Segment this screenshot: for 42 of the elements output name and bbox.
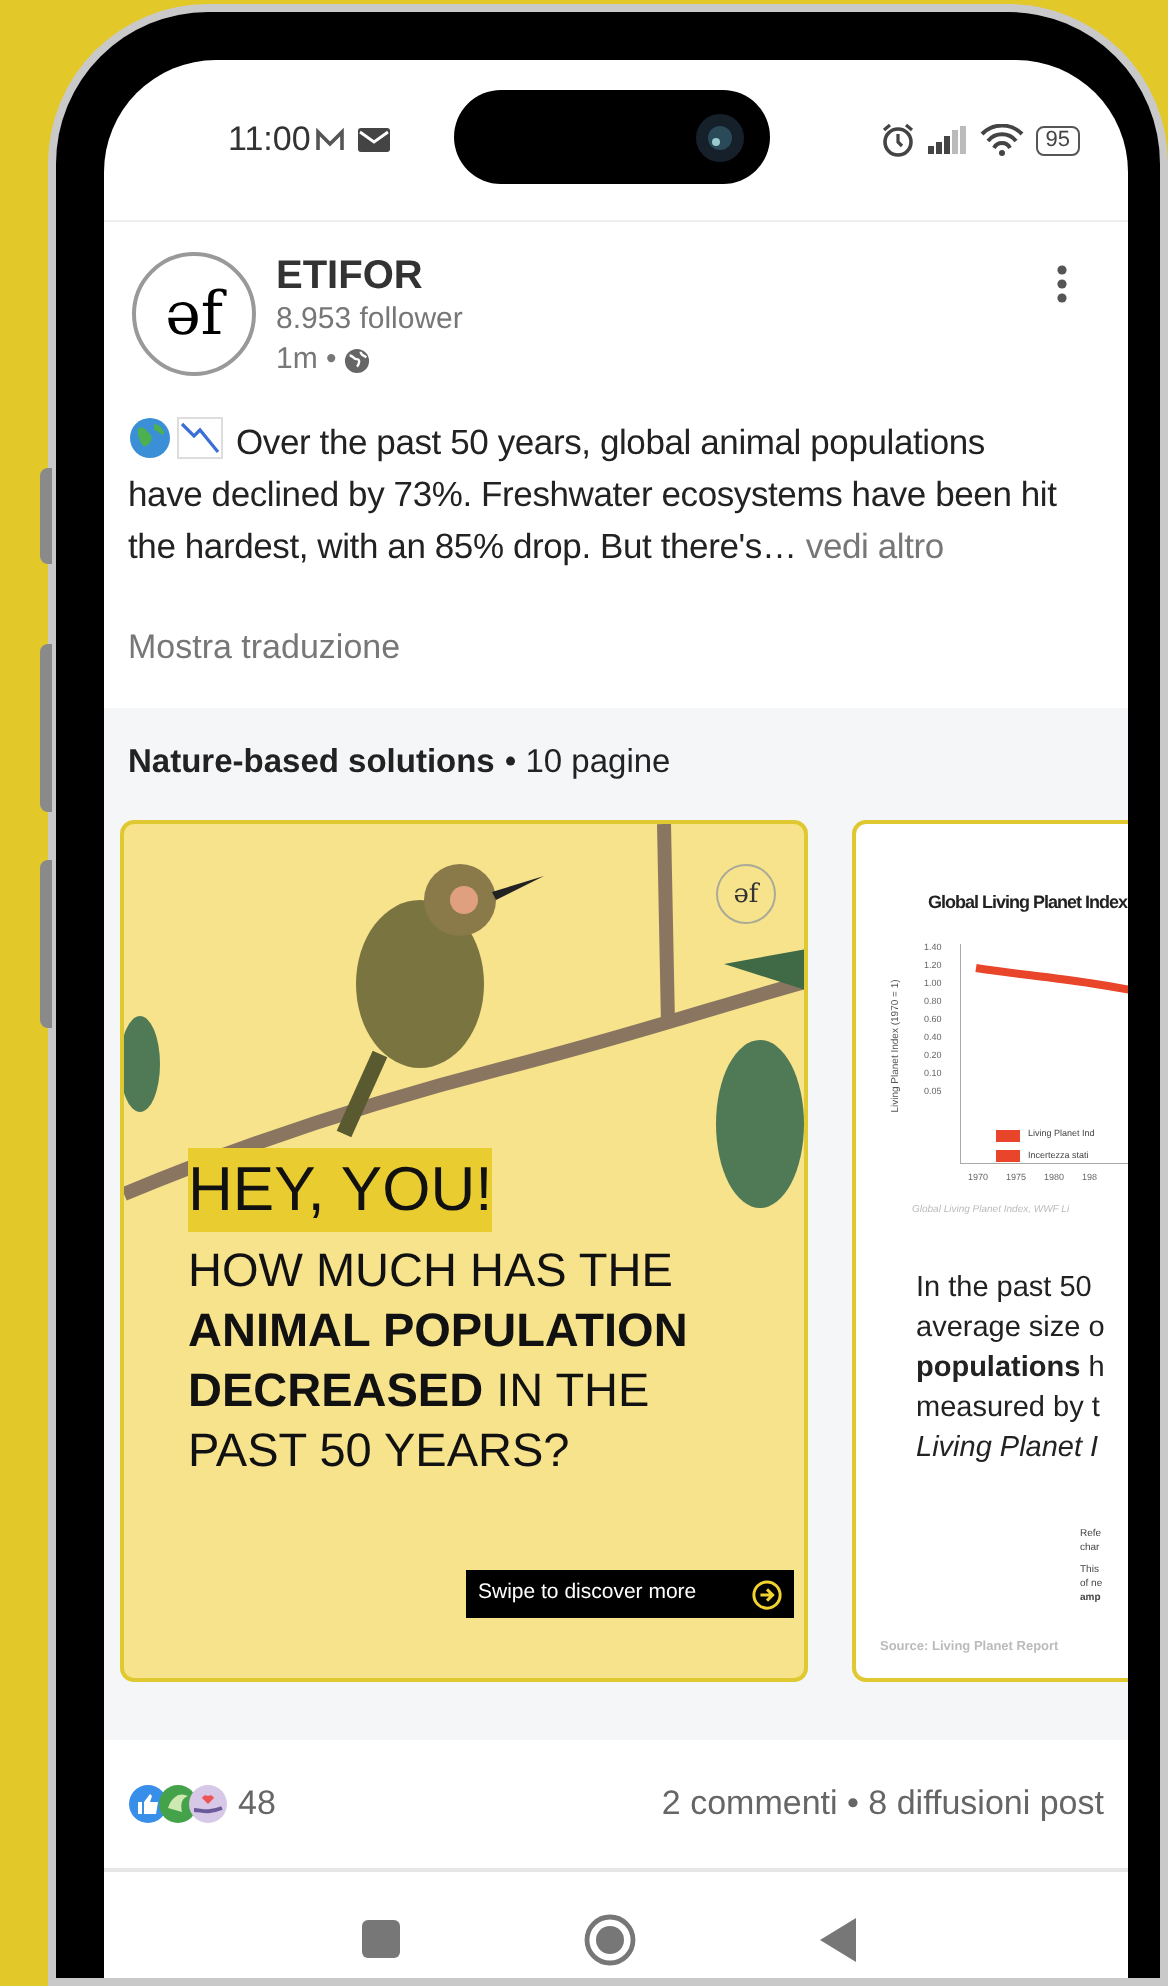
globe-emoji-icon — [128, 416, 172, 460]
support-reaction-icon — [188, 1783, 228, 1823]
signal-icon — [927, 126, 968, 154]
legend-swatch — [996, 1129, 1020, 1142]
reaction-count[interactable]: 48 — [238, 1777, 276, 1829]
camera-lens-icon — [694, 111, 746, 163]
globe-icon — [344, 347, 371, 373]
follower-count: 8.953 follower — [276, 300, 463, 340]
back-icon — [819, 1917, 855, 1961]
slide-question: HOW MUCH HAS THE ANIMAL POPULATION DECREASED IN THE PAST 50 YEARS? — [188, 1242, 690, 1481]
page-count: • 10 pagine — [504, 741, 671, 783]
home-icon — [583, 1913, 635, 1965]
swipe-button[interactable]: Swipe to discover more — [466, 1570, 794, 1619]
arrow-right-icon — [752, 1579, 782, 1610]
document-title[interactable]: Nature-based solutions — [128, 737, 495, 787]
company-logo[interactable]: əf — [132, 252, 256, 376]
recent-apps-icon — [361, 1920, 399, 1958]
slide-text-line: Living Planet I — [916, 1430, 1101, 1469]
alarm-icon — [879, 122, 916, 158]
more-options-icon — [1056, 264, 1068, 304]
declining-chart-emoji-icon — [176, 416, 224, 460]
slide-card[interactable]: əf HEY, YOU! HOW MUCH HAS THE ANIMAL POPULATION DECREASED IN THE PAST 50 YEARS? Swipe to discover more — [120, 820, 808, 1683]
wifi-icon — [979, 124, 1024, 156]
slide-text-line: average size o — [916, 1310, 1105, 1349]
battery-level: 95 — [1035, 125, 1080, 155]
post-age: 1m • — [276, 340, 337, 380]
post-text: Over the past 50 years, global animal populations have declined by 73%. Freshwater ecosystems have been hit the hardest, with an 85% drop. But there's… vedi altro — [128, 416, 1068, 572]
post-stats[interactable]: 2 commenti • 8 diffusioni post — [661, 1777, 1104, 1829]
slide-heading: HEY, YOU! — [188, 1148, 493, 1233]
see-more-link[interactable]: vedi altro — [805, 526, 944, 566]
legend-swatch — [996, 1150, 1020, 1163]
chart-title: Global Living Planet Index — [928, 890, 1128, 917]
status-time: 11:00 — [228, 118, 311, 163]
slide-text-line: measured by t — [916, 1390, 1102, 1429]
slide-logo: əf — [716, 864, 776, 925]
mail-icon — [314, 128, 347, 152]
translate-link[interactable]: Mostra traduzione — [104, 622, 1128, 673]
slide-text-line: populations h — [916, 1350, 1105, 1389]
slide-card[interactable] — [852, 820, 1128, 1683]
envelope-icon — [358, 128, 391, 152]
slide-text-line: In the past 50 — [916, 1270, 1094, 1309]
author-name[interactable]: ETIFOR — [276, 252, 463, 300]
